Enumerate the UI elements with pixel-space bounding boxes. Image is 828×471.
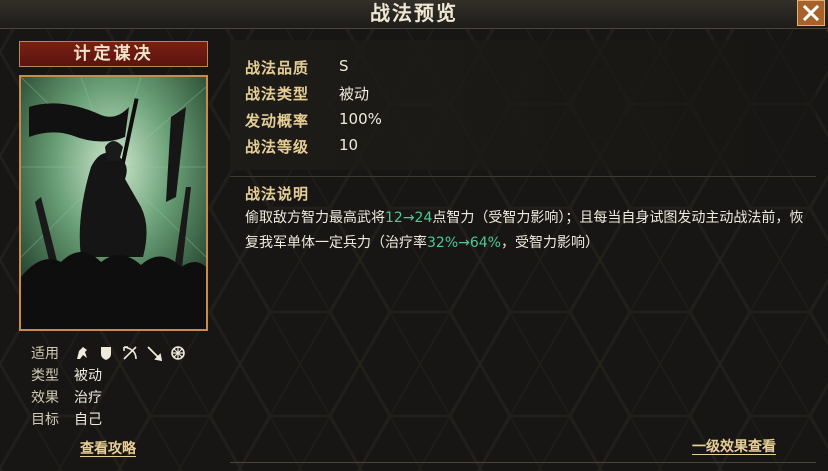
window-title: 战法预览: [370, 1, 458, 25]
commander-illustration: [21, 77, 206, 329]
description-seg1: 偷取敌方智力最高武将: [245, 210, 385, 226]
shield-icon: [98, 345, 114, 361]
type-label: 类型: [31, 368, 59, 384]
level-label: 战法等级: [245, 138, 310, 156]
rate-label: 发动概率: [245, 112, 310, 130]
divider: [230, 176, 816, 177]
target-value: 自己: [74, 412, 102, 428]
description-label: 战法说明: [245, 185, 310, 203]
effect-label: 效果: [31, 390, 59, 406]
rate-value: 100%: [339, 110, 382, 128]
skill-type-value: 被动: [339, 85, 370, 103]
wheel-icon: [170, 345, 186, 361]
bottom-divider: [230, 462, 816, 463]
skill-portrait: [19, 75, 208, 331]
quality-value: S: [339, 57, 349, 75]
description-seg3: ，受智力影响）: [500, 235, 599, 251]
effect-value: 治疗: [74, 390, 102, 406]
apply-label: 适用: [31, 346, 59, 362]
close-button[interactable]: [797, 0, 825, 26]
view-guide-link[interactable]: 查看攻略: [80, 438, 136, 458]
cavalry-icon: [74, 345, 90, 361]
quality-label: 战法品质: [245, 59, 310, 77]
skill-name: 计定谋决: [19, 41, 208, 67]
close-icon: [803, 5, 819, 21]
description-highlight-2: 32%→64%: [427, 235, 501, 251]
description-text: 偷取敌方智力最高武将12→24点智力（受智力影响）；且每当自身试图发动主动战法前…: [245, 206, 815, 256]
bow-icon: [122, 345, 138, 361]
level1-effect-link[interactable]: 一级效果查看: [692, 436, 776, 456]
skill-type-label: 战法类型: [245, 85, 310, 103]
stats-panel: [230, 40, 816, 170]
spear-icon: [146, 345, 163, 362]
level-value: 10: [339, 136, 359, 154]
type-value: 被动: [74, 368, 102, 384]
target-label: 目标: [31, 412, 59, 428]
description-highlight-1: 12→24: [385, 210, 433, 226]
